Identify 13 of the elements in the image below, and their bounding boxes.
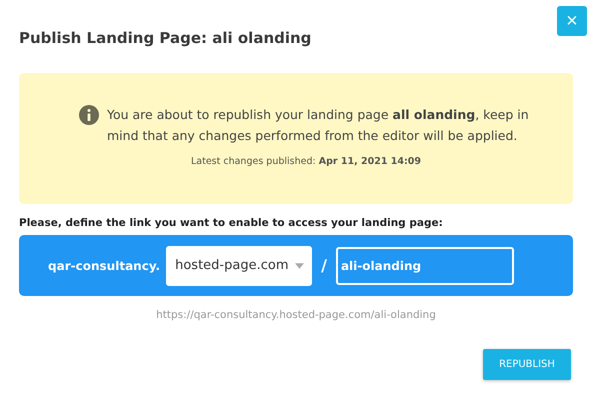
separator-text: /	[321, 256, 327, 275]
republish-button[interactable]: REPUBLISH	[483, 349, 571, 380]
latest-changes-text: Latest changes published: Apr 11, 2021 14:09	[190, 156, 422, 167]
info-icon	[79, 105, 99, 125]
caret-icon	[295, 262, 304, 268]
notice-message: You are about to republish your landing page all olanding, keep in mind that any changes performed from the editor will be applied.	[107, 106, 530, 145]
domain-dropdown[interactable]: hosted-page.com	[166, 246, 312, 286]
dialog-title: Publish Landing Page: ali olanding	[19, 28, 312, 48]
link-label: Please, define the link you want to enable to access your landing page:	[19, 217, 444, 229]
slug-input[interactable]: ali-olanding	[336, 246, 514, 284]
preview-url: https://qar-consultancy.hosted-page.com/ali-olanding	[155, 309, 437, 321]
close-button[interactable]: ×	[557, 6, 587, 36]
subdomain-text: qar-consultancy.	[48, 258, 160, 272]
